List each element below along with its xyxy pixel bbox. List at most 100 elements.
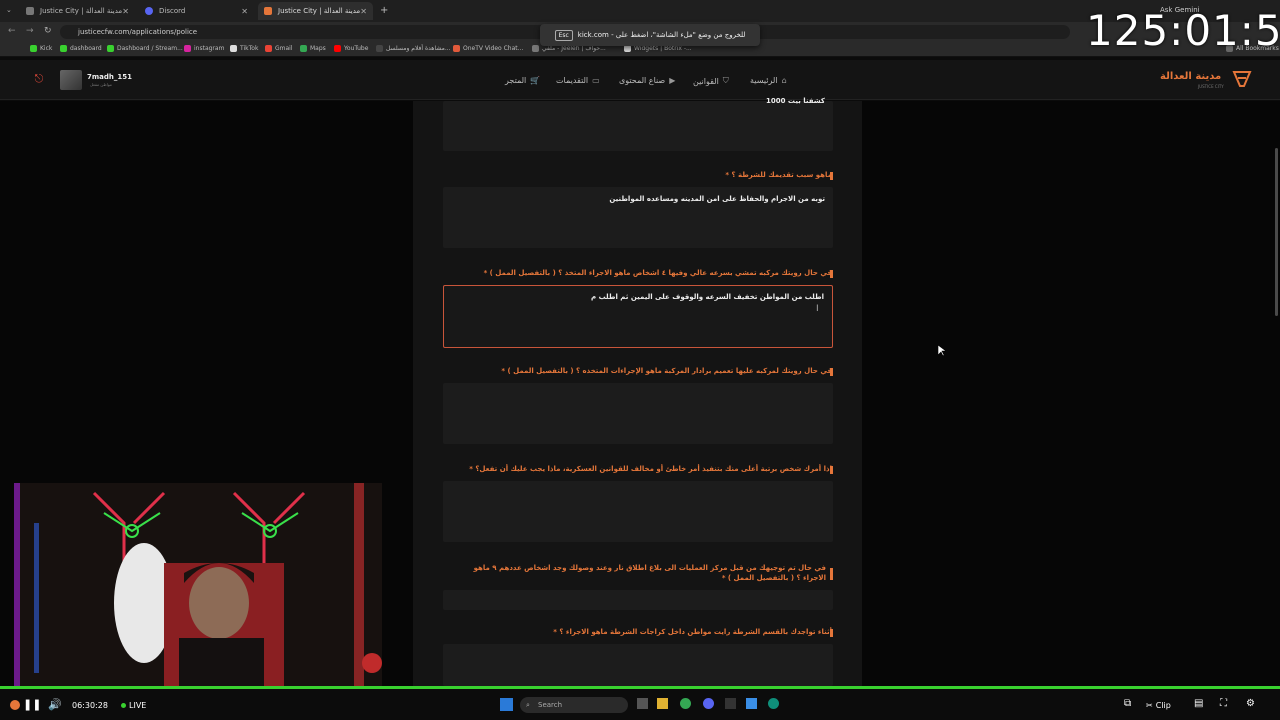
windows-start-icon[interactable] — [500, 698, 513, 711]
bookmark-botrix[interactable]: Widgets | Botrix -... — [624, 45, 692, 52]
answer-field[interactable] — [443, 383, 833, 444]
close-icon[interactable]: ✕ — [122, 7, 129, 16]
question-marker — [830, 368, 833, 376]
bookmark-onetv[interactable]: OneTV Video Chat... — [453, 45, 523, 52]
bookmark-instagram[interactable]: instagram — [184, 45, 224, 52]
logout-icon[interactable]: ⎋ — [30, 72, 48, 88]
question-label: ماهو سبب تقديمك للشرطة ؟ * — [725, 171, 832, 179]
bookmark-label: ملفي - Jeeleh | حواف... — [542, 45, 606, 52]
tab-menu-icon[interactable]: ⌄ — [6, 6, 12, 14]
chrome-icon[interactable] — [680, 698, 691, 709]
brand-logo-icon[interactable] — [1232, 70, 1252, 88]
question-label: في حال رويتك لمركبه عليها تعميم برادار ا… — [501, 367, 832, 375]
question-label: أثناء تواجدك بالقسم الشرطة رايت مواطن دا… — [553, 628, 832, 636]
tab-title: Justice City | مدينة العدالة — [40, 7, 123, 15]
back-icon[interactable]: ← — [8, 26, 16, 36]
close-icon[interactable]: ✕ — [360, 7, 367, 16]
question-marker — [830, 172, 833, 180]
answer-text: توبه من الاجرام والحفاظ على امن المدينه … — [609, 195, 825, 203]
cart-icon: 🛒 — [530, 76, 541, 85]
question-marker — [830, 466, 833, 474]
app-icon[interactable] — [746, 698, 757, 709]
brand-subtitle: JUSTICE CITY — [1198, 84, 1224, 89]
live-label: LIVE — [129, 701, 147, 710]
discord-app-icon[interactable] — [703, 698, 714, 709]
fullscreen-icon[interactable]: ⛶ — [1220, 698, 1227, 709]
bookmark-youtube[interactable]: YouTube — [334, 45, 368, 52]
tab-discord[interactable]: Discord ✕ — [139, 2, 254, 20]
bookmark-dashboard-stream[interactable]: Dashboard / Stream... — [107, 45, 183, 52]
forward-icon[interactable]: → — [26, 26, 34, 36]
answer-text: كشفنا بيت 1000 — [766, 97, 825, 105]
nav-store[interactable]: المتجر 🛒 — [505, 76, 540, 85]
bookmark-maps[interactable]: Maps — [300, 45, 326, 52]
nav-label: الرئيسية — [750, 76, 778, 85]
page-scrollbar[interactable] — [1275, 148, 1278, 316]
clip-label: Clip — [1155, 701, 1171, 710]
bookmark-movies[interactable]: مشاهدة أفلام ومسلسل... — [376, 45, 451, 52]
answer-field[interactable] — [443, 644, 833, 686]
clip-icon: ✂ — [1146, 701, 1153, 710]
bookmark-label: instagram — [194, 45, 225, 52]
clip-button[interactable]: ✂ Clip — [1146, 701, 1171, 710]
captions-icon[interactable]: ▤ — [1194, 698, 1203, 709]
pause-button[interactable]: ❚❚ — [10, 698, 41, 711]
question-marker — [830, 270, 833, 278]
nav-applications[interactable]: التقديمات ▭ — [556, 76, 600, 85]
bookmark-dashboard[interactable]: dashboard — [60, 45, 102, 52]
nav-label: التقديمات — [556, 76, 589, 85]
webcam-overlay — [14, 483, 382, 686]
live-badge[interactable]: LIVE — [121, 701, 146, 710]
bookmark-label: Dashboard / Stream... — [117, 45, 183, 52]
site-header: ⎋ 7madh_151 مواطن مفعل المتجر 🛒 التقديمات… — [0, 60, 1280, 100]
theater-mode-icon[interactable]: ⧉ — [1124, 698, 1131, 709]
search-icon: ⌕ — [526, 701, 530, 709]
bookmark-label: Kick — [40, 45, 53, 52]
file-explorer-icon[interactable] — [657, 698, 668, 709]
reload-icon[interactable]: ↻ — [44, 26, 52, 36]
close-icon[interactable]: ✕ — [241, 7, 248, 16]
question-marker — [830, 568, 833, 580]
taskview-icon[interactable] — [637, 698, 648, 709]
nav-content-creators[interactable]: صناع المحتوى ▶ — [619, 76, 675, 85]
answer-field[interactable] — [443, 590, 833, 610]
nav-label: صناع المحتوى — [619, 76, 666, 85]
bookmark-kick[interactable]: Kick — [30, 45, 52, 52]
tab-justice-city-active[interactable]: Justice City | مدينة العدالة ✕ — [258, 2, 373, 20]
player-controls: ❚❚ 🔊 06:30:28 LIVE ⌕ Search ⧉ ✂ Clip ▤ ⛶… — [0, 689, 1280, 720]
bookmark-tiktok[interactable]: TikTok — [230, 45, 258, 52]
nav-home[interactable]: الرئيسية ⌂ — [750, 76, 787, 85]
answer-text: اطلب من المواطن تخفيف السرعه والوقوف على… — [591, 293, 824, 301]
app-icon[interactable] — [725, 698, 736, 709]
webcam-feed-image — [14, 483, 382, 686]
shield-icon: ⛉ — [722, 76, 729, 85]
answer-field[interactable]: توبه من الاجرام والحفاظ على امن المدينه … — [443, 187, 833, 248]
answer-field[interactable] — [443, 481, 833, 542]
edge-icon[interactable] — [768, 698, 779, 709]
page-background-right — [862, 101, 1280, 686]
bookmark-gmail[interactable]: Gmail — [265, 45, 293, 52]
nav-rules[interactable]: القوانين ⛉ — [693, 76, 729, 86]
record-icon — [10, 699, 20, 710]
video-icon: ▶ — [669, 76, 676, 85]
tab-title: Justice City | مدينة العدالة — [278, 7, 361, 15]
document-icon: ▭ — [592, 76, 600, 85]
answer-field-focused[interactable]: اطلب من المواطن تخفيف السرعه والوقوف على… — [443, 285, 833, 348]
esc-key: Esc — [554, 29, 573, 41]
new-tab-button[interactable]: + — [380, 5, 388, 16]
bookmark-jeeleh[interactable]: ملفي - Jeeleh | حواف... — [532, 45, 606, 52]
bookmark-label: TikTok — [240, 45, 259, 52]
avatar[interactable] — [60, 70, 82, 90]
settings-icon[interactable]: ⚙ — [1246, 698, 1255, 709]
search-label: Search — [538, 701, 563, 709]
answer-field-previous[interactable]: كشفنا بيت 1000 — [443, 97, 833, 151]
live-dot-icon — [121, 703, 126, 708]
nav-label: المتجر — [505, 76, 527, 85]
taskbar-search[interactable]: ⌕ Search — [520, 697, 628, 713]
brand-name: مدينة العدالة — [1160, 71, 1222, 82]
bookmark-label: OneTV Video Chat... — [463, 45, 524, 52]
tab-justice-city-1[interactable]: Justice City | مدينة العدالة ✕ — [20, 2, 135, 20]
volume-icon[interactable]: 🔊 — [48, 698, 62, 711]
question-marker — [830, 629, 833, 637]
bookmark-label: Maps — [310, 45, 326, 52]
